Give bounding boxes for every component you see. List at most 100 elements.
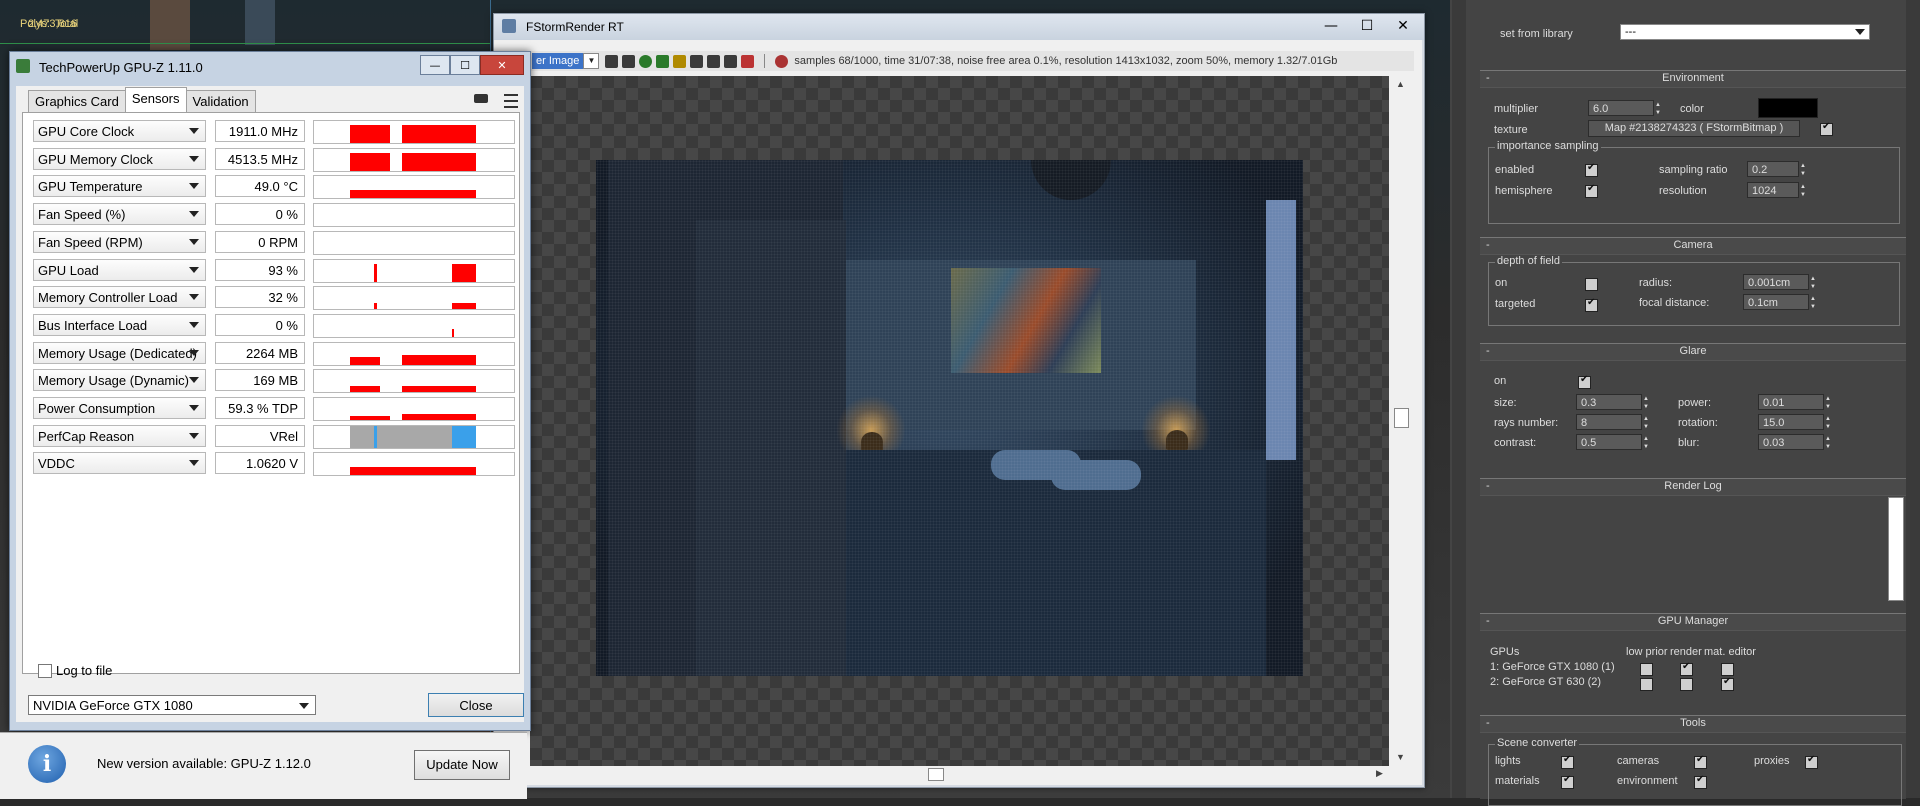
sensor-name-dropdown[interactable]: Bus Interface Load (33, 313, 206, 336)
proxies-checkbox[interactable] (1805, 754, 1818, 769)
dof-on-checkbox[interactable] (1585, 278, 1598, 291)
chevron-down-icon[interactable] (189, 294, 199, 301)
chevron-down-icon[interactable] (189, 211, 199, 218)
tools-header[interactable]: - Tools (1480, 716, 1906, 733)
gpu1-mat-editor-checkbox[interactable] (1721, 663, 1734, 676)
chevron-down-icon[interactable] (189, 377, 199, 384)
environment-checkbox[interactable] (1694, 774, 1707, 789)
gpu-select[interactable]: NVIDIA GeForce GTX 1080 (28, 695, 316, 715)
materials-checkbox[interactable] (1561, 774, 1574, 789)
close-button[interactable]: Close (428, 693, 524, 717)
pause-icon[interactable] (673, 54, 687, 68)
tab-validation[interactable]: Validation (185, 90, 256, 113)
texture-enable-checkbox[interactable] (1820, 121, 1833, 136)
set-from-library-dropdown[interactable]: --- (1620, 24, 1870, 40)
sensor-name-dropdown[interactable]: VDDC (33, 452, 206, 475)
save-icon[interactable] (605, 54, 619, 68)
hemisphere-checkbox[interactable] (1585, 183, 1598, 198)
play-icon[interactable] (656, 54, 670, 68)
glare-header[interactable]: - Glare (1480, 344, 1906, 361)
focal-distance-spinner[interactable]: 0.1cm (1743, 294, 1820, 311)
camera-header[interactable]: - Camera (1480, 238, 1906, 255)
panel-scrollbar[interactable] (1906, 0, 1920, 798)
chevron-down-icon[interactable] (189, 405, 199, 411)
blur-spinner[interactable]: 0.03 (1758, 434, 1835, 451)
scroll-up-icon[interactable]: ▲ (1396, 79, 1405, 89)
region-icon[interactable] (690, 54, 704, 68)
sensor-name-dropdown[interactable]: GPU Load (33, 258, 206, 281)
close-button[interactable]: ✕ (1388, 17, 1418, 35)
contrast-spinner[interactable]: 0.5 (1576, 434, 1653, 451)
scroll-down-icon[interactable]: ▼ (1396, 752, 1405, 762)
fstorm-titlebar[interactable]: FStormRender RT — ☐ ✕ (494, 14, 1424, 40)
chevron-down-icon[interactable] (189, 155, 199, 162)
size-spinner[interactable]: 0.3 (1576, 394, 1653, 411)
menu-icon[interactable] (504, 94, 518, 108)
scroll-right-icon[interactable]: ▶ (1376, 768, 1383, 779)
scroll-thumb[interactable] (928, 768, 944, 781)
copy-icon[interactable] (622, 54, 636, 68)
fit-icon[interactable] (707, 54, 721, 68)
render-log-scrollbar[interactable] (1888, 497, 1904, 601)
tab-sensors[interactable]: Sensors (124, 87, 187, 113)
vertical-scrollbar[interactable]: ▲ ▼ (1389, 76, 1413, 766)
lights-checkbox[interactable] (1561, 754, 1574, 769)
sync-icon[interactable] (775, 54, 789, 68)
chevron-down-icon[interactable] (189, 238, 199, 245)
sensor-name-dropdown[interactable]: Memory Usage (Dedicated) (33, 341, 206, 364)
gpu2-low-prior-checkbox[interactable] (1640, 678, 1653, 691)
gpu2-render-checkbox[interactable] (1680, 678, 1693, 691)
targeted-checkbox[interactable] (1585, 297, 1598, 312)
log-to-file-checkbox[interactable] (38, 663, 52, 678)
multiplier-spinner[interactable]: 6.0 (1588, 100, 1665, 117)
color-swatch[interactable] (1758, 98, 1818, 118)
gpuz-window[interactable]: TechPowerUp GPU-Z 1.11.0 — ☐ ✕ Graphics … (9, 51, 531, 731)
scroll-thumb[interactable] (1394, 408, 1409, 428)
sensor-name-dropdown[interactable]: Fan Speed (RPM) (33, 230, 206, 253)
sampling-ratio-spinner[interactable]: 0.2 (1747, 161, 1810, 178)
glare-on-checkbox[interactable] (1578, 374, 1591, 389)
close-button[interactable]: ✕ (480, 55, 524, 75)
chevron-down-icon[interactable] (189, 266, 199, 273)
gpu-manager-header[interactable]: - GPU Manager (1480, 614, 1906, 631)
sensor-name-dropdown[interactable]: Power Consumption (33, 397, 206, 419)
rotation-spinner[interactable]: 15.0 (1758, 414, 1835, 431)
sensor-name-dropdown[interactable]: Memory Usage (Dynamic) (33, 369, 206, 392)
sensor-name-dropdown[interactable]: PerfCap Reason (33, 424, 206, 447)
tab-graphics-card[interactable]: Graphics Card (28, 90, 126, 113)
enabled-checkbox[interactable] (1585, 162, 1598, 177)
gpu1-low-prior-checkbox[interactable] (1640, 663, 1653, 676)
chevron-down-icon[interactable] (189, 432, 199, 439)
maximize-button[interactable]: ☐ (450, 55, 480, 75)
maximize-button[interactable]: ☐ (1352, 17, 1382, 35)
sensor-name-dropdown[interactable]: GPU Temperature (33, 175, 206, 198)
sensor-name-dropdown[interactable]: GPU Memory Clock (33, 147, 206, 170)
minimize-button[interactable]: — (1316, 17, 1346, 35)
chevron-down-icon[interactable] (189, 128, 199, 134)
render-log-textarea[interactable] (1482, 497, 1902, 599)
environment-header[interactable]: - Environment (1480, 71, 1906, 88)
camera-icon[interactable] (474, 94, 488, 103)
sensor-name-dropdown[interactable]: GPU Core Clock (33, 120, 206, 142)
chevron-down-icon[interactable]: ▼ (583, 53, 600, 69)
minimize-button[interactable]: — (420, 55, 450, 75)
log-to-file[interactable]: Log to file (38, 663, 112, 678)
power-spinner[interactable]: 0.01 (1758, 394, 1835, 411)
render-log-header[interactable]: - Render Log (1480, 479, 1906, 496)
sensor-name-dropdown[interactable]: Memory Controller Load (33, 286, 206, 309)
radius-spinner[interactable]: 0.001cm (1743, 274, 1820, 291)
sensor-name-dropdown[interactable]: Fan Speed (%) (33, 203, 206, 226)
chevron-down-icon[interactable] (189, 460, 199, 467)
render-mode-select[interactable]: er Image (532, 53, 584, 69)
chevron-down-icon[interactable] (189, 321, 199, 328)
gpu2-mat-editor-checkbox[interactable] (1721, 676, 1734, 691)
rays-number-spinner[interactable]: 8 (1576, 414, 1653, 431)
update-now-button[interactable]: Update Now (414, 750, 510, 780)
zoom-region-icon[interactable] (724, 54, 738, 68)
texture-map-button[interactable]: Map #2138274323 ( FStormBitmap ) (1588, 120, 1800, 137)
stop-icon[interactable] (741, 54, 755, 68)
chevron-down-icon[interactable] (189, 183, 199, 190)
chevron-down-icon[interactable] (189, 349, 199, 356)
gpuz-titlebar[interactable]: TechPowerUp GPU-Z 1.11.0 — ☐ ✕ (10, 52, 530, 80)
cameras-checkbox[interactable] (1694, 754, 1707, 769)
